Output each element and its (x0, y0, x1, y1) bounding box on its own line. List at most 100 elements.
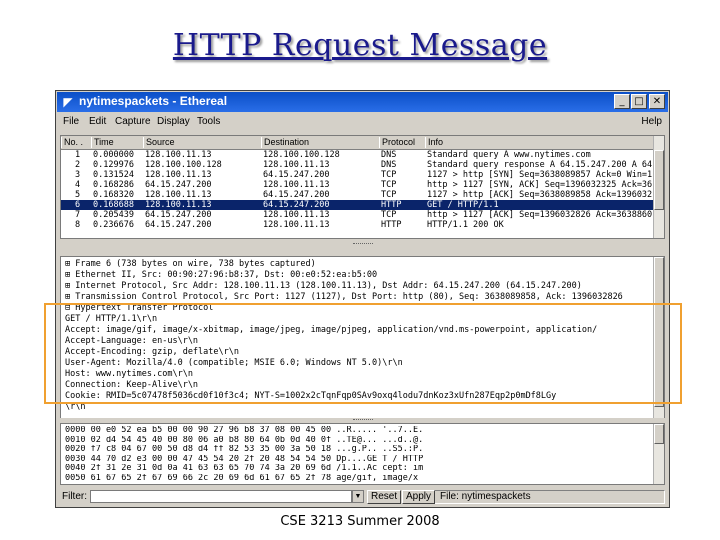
packet-cell-info: Standard query A www.nytimes.com (427, 150, 591, 160)
menu-help[interactable]: Help (641, 116, 662, 127)
filter-bar: Filter: ▼ Reset Apply File: nytimespacket… (60, 489, 665, 505)
packet-cell-dst: 64.15.247.200 (263, 170, 330, 180)
status-text: Apply File: nytimespackets (402, 490, 665, 504)
packet-cell-time: 0.168286 (93, 180, 134, 190)
column-info[interactable]: Info (425, 137, 658, 148)
packet-cell-no: 3 (75, 170, 81, 180)
hex-line[interactable]: 0010 02 d4 54 45 40 00 80 06 a0 b8 80 64… (65, 436, 652, 445)
packet-row[interactable]: 1 0.000000 128.100.11.13 128.100.100.128 DNS… (61, 150, 654, 160)
hex-line[interactable]: 0020 f7 c8 04 67 00 50 d8 d4 ff 82 53 35… (65, 445, 652, 454)
packet-cell-info: Standard query response A 64.15.247.200 … (427, 160, 653, 170)
packet-cell-no: 6 (75, 200, 81, 210)
packet-cell-src: 128.100.11.13 (145, 150, 212, 160)
hex-dump-pane[interactable]: 0000 00 e0 52 ea b5 00 00 90 27 96 b8 37… (60, 423, 665, 485)
packet-row[interactable]: 3 0.131524 128.100.11.13 64.15.247.200 TCP 11… (61, 170, 654, 180)
packet-cell-dst: 64.15.247.200 (263, 190, 330, 200)
menu-tools[interactable]: Tools (197, 116, 220, 127)
hex-dump-scrollbar[interactable] (653, 424, 664, 484)
packet-cell-info: 1127 > http [SYN] Seq=3638089857 Ack=0 W… (427, 170, 653, 180)
scrollbar-thumb[interactable] (654, 150, 664, 210)
packet-cell-info: 1127 > http [ACK] Seq=3638089858 Ack=139… (427, 190, 653, 200)
column-source[interactable]: Source (143, 137, 262, 148)
pane-splitter-top[interactable] (60, 242, 665, 248)
hex-line[interactable]: 0050 61 67 65 2f 67 69 66 2c 20 69 6d 61… (65, 474, 652, 483)
packet-cell-src: 128.100.100.128 (145, 160, 222, 170)
close-icon: ✕ (652, 96, 662, 107)
packet-list-pane[interactable]: No. . Time Source Destination Protocol I… (60, 135, 665, 239)
hex-line[interactable]: 0030 44 70 d2 e3 00 00 47 45 54 20 2f 20… (65, 455, 652, 464)
packet-row[interactable]: 4 0.168286 64.15.247.200 128.100.11.13 TCP ht… (61, 180, 654, 190)
scrollbar-thumb[interactable] (654, 424, 664, 444)
slide-footer: CSE 3213 Summer 2008 (280, 514, 440, 529)
packet-cell-proto: TCP (381, 190, 397, 200)
apply-button[interactable]: Apply (402, 490, 436, 504)
packet-cell-dst: 64.15.247.200 (263, 200, 330, 210)
hex-line[interactable]: 0000 00 e0 52 ea b5 00 00 90 27 96 b8 37… (65, 426, 652, 435)
minimize-button[interactable]: _ (614, 94, 630, 109)
packet-cell-no: 4 (75, 180, 81, 190)
column-no[interactable]: No. . (61, 137, 92, 148)
packet-list-scrollbar[interactable] (653, 136, 664, 238)
packet-cell-info: GET / HTTP/1.1 (427, 200, 499, 210)
packet-cell-time: 0.131524 (93, 170, 134, 180)
packet-cell-dst: 128.100.11.13 (263, 160, 330, 170)
packet-cell-dst: 128.100.11.13 (263, 180, 330, 190)
column-destination[interactable]: Destination (261, 137, 380, 148)
detail-line[interactable]: ⊞ Transmission Control Protocol, Src Por… (65, 292, 652, 302)
packet-cell-time: 0.168320 (93, 190, 134, 200)
packet-cell-src: 128.100.11.13 (145, 170, 212, 180)
menubar: File Edit Capture Display Tools Help (57, 114, 668, 131)
packet-list-header: No. . Time Source Destination Protocol I… (61, 136, 654, 150)
column-protocol[interactable]: Protocol (379, 137, 426, 148)
window-title: nytimespackets - Ethereal (79, 94, 228, 108)
packet-cell-dst: 128.100.11.13 (263, 210, 330, 220)
packet-row[interactable]: 6 0.168688 128.100.11.13 64.15.247.200 HTTP G… (61, 200, 654, 210)
packet-cell-no: 8 (75, 220, 81, 230)
detail-line[interactable]: ⊞ Frame 6 (738 bytes on wire, 738 bytes … (65, 259, 652, 269)
packet-cell-no: 2 (75, 160, 81, 170)
maximize-button[interactable]: □ (631, 94, 647, 109)
slide-title: HTTP Request Message (172, 28, 548, 63)
ethereal-fin-icon: ◤ (63, 95, 73, 109)
packet-cell-proto: TCP (381, 170, 397, 180)
packet-row[interactable]: 2 0.129976 128.100.100.128 128.100.11.13 DNS… (61, 160, 654, 170)
column-time[interactable]: Time (91, 137, 144, 148)
packet-cell-time: 0.205439 (93, 210, 134, 220)
packet-cell-time: 0.236676 (93, 220, 134, 230)
menu-display[interactable]: Display (157, 116, 190, 127)
reset-button[interactable]: Reset (367, 490, 402, 504)
filter-label: Filter: (62, 491, 87, 502)
minimize-icon: _ (619, 96, 625, 107)
packet-row[interactable]: 8 0.236676 64.15.247.200 128.100.11.13 HTTP H… (61, 220, 654, 230)
chevron-down-icon: ▼ (354, 493, 362, 500)
packet-cell-dst: 128.100.100.128 (263, 150, 340, 160)
packet-row[interactable]: 5 0.168320 128.100.11.13 64.15.247.200 TCP 11… (61, 190, 654, 200)
packet-cell-info: http > 1127 [SYN, ACK] Seq=1396032325 Ac… (427, 180, 653, 190)
filter-input[interactable] (90, 490, 352, 503)
packet-cell-proto: DNS (381, 150, 397, 160)
packet-row[interactable]: 7 0.205439 64.15.247.200 128.100.11.13 TCP ht… (61, 210, 654, 220)
detail-line[interactable]: ⊞ Ethernet II, Src: 00:90:27:96:b8:37, D… (65, 270, 652, 280)
packet-cell-no: 5 (75, 190, 81, 200)
packet-cell-time: 0.129976 (93, 160, 134, 170)
packet-cell-src: 128.100.11.13 (145, 200, 212, 210)
ethereal-window: ◤ nytimespackets - Ethereal _ □ ✕ File E… (55, 90, 670, 508)
packet-cell-proto: HTTP (381, 200, 402, 210)
packet-cell-time: 0.000000 (93, 150, 134, 160)
window-titlebar[interactable]: ◤ nytimespackets - Ethereal _ □ ✕ (57, 92, 668, 112)
menu-capture[interactable]: Capture (115, 116, 151, 127)
menu-edit[interactable]: Edit (89, 116, 106, 127)
close-button[interactable]: ✕ (649, 94, 665, 109)
filter-dropdown-button[interactable]: ▼ (352, 490, 364, 503)
packet-cell-proto: TCP (381, 180, 397, 190)
packet-cell-no: 1 (75, 150, 81, 160)
packet-cell-proto: TCP (381, 210, 397, 220)
packet-cell-dst: 128.100.11.13 (263, 220, 330, 230)
hex-line[interactable]: 0040 2f 31 2e 31 0d 0a 41 63 63 65 70 74… (65, 464, 652, 473)
menu-file[interactable]: File (63, 116, 79, 127)
packet-cell-proto: HTTP (381, 220, 402, 230)
packet-cell-src: 128.100.11.13 (145, 190, 212, 200)
maximize-icon: □ (634, 96, 644, 107)
detail-line[interactable]: ⊞ Internet Protocol, Src Addr: 128.100.1… (65, 281, 652, 291)
packet-cell-proto: DNS (381, 160, 397, 170)
